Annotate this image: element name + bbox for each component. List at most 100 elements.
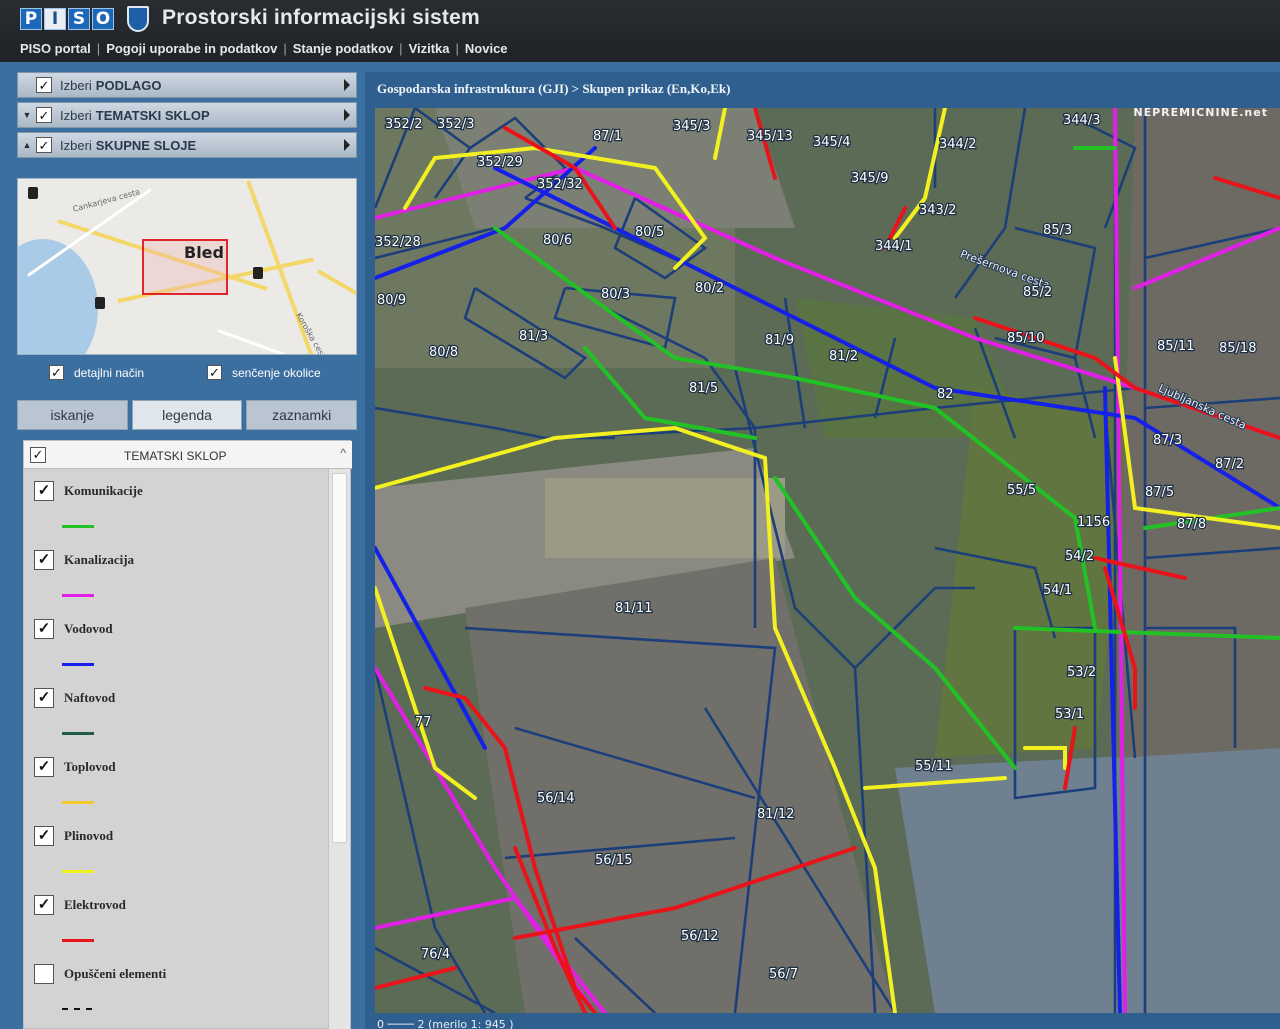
parcel-label: 85/18 xyxy=(1219,341,1256,356)
nav-separator: | xyxy=(399,41,403,56)
parcel-label: 85/3 xyxy=(1043,223,1072,238)
accordion-select-common-layers[interactable]: ▲ ✓ Izberi SKUPNE SLOJE xyxy=(17,132,357,158)
parcel-label: 54/2 xyxy=(1065,549,1094,564)
checkbox[interactable]: ✓ xyxy=(36,77,52,93)
scale-bar: 0 ──── 2 (merilo 1: 945 ) xyxy=(377,1018,514,1029)
checkbox[interactable]: ✓ xyxy=(36,137,52,153)
tab-search[interactable]: iskanje xyxy=(17,400,128,430)
legend-scrollbar[interactable] xyxy=(328,469,350,1029)
checkbox[interactable]: ✓ xyxy=(34,826,54,846)
detail-mode-option[interactable]: ✓ detajlni način xyxy=(49,365,144,380)
expander-icon: ▼ xyxy=(22,110,32,120)
parcel-label: 81/12 xyxy=(757,807,794,822)
parcel-label: 81/2 xyxy=(829,349,858,364)
parcel-label: 80/8 xyxy=(429,345,458,360)
nav-news[interactable]: Novice xyxy=(465,41,508,56)
parcel-label: 80/3 xyxy=(601,287,630,302)
legend-swatch xyxy=(62,939,94,942)
nav-data-status[interactable]: Stanje podatkov xyxy=(293,41,393,56)
parcel-label: 352/32 xyxy=(537,177,583,192)
parcel-label: 54/1 xyxy=(1043,583,1072,598)
legend-swatch xyxy=(62,801,94,804)
parcel-label: 345/9 xyxy=(851,171,888,186)
tab-legend[interactable]: legenda xyxy=(131,400,243,430)
expander-icon: ▲ xyxy=(22,140,32,150)
shade-surroundings-option[interactable]: ✓ senčenje okolice xyxy=(207,365,321,380)
top-navigation: PISO portal | Pogoji uporabe in podatkov… xyxy=(20,41,508,56)
chevron-right-icon xyxy=(344,139,350,151)
legend-item-komunikacije[interactable]: ✓ Komunikacije xyxy=(34,481,324,547)
legend-item-label: Vodovod xyxy=(64,621,113,636)
nav-vizitka[interactable]: Vizitka xyxy=(409,41,450,56)
checkbox[interactable]: ✓ xyxy=(34,619,54,639)
accordion-label: SKUPNE SLOJE xyxy=(95,137,197,153)
accordion-prefix: Izberi xyxy=(60,137,92,153)
parcel-label: 81/9 xyxy=(765,333,794,348)
legend-item-plinovod[interactable]: ✓ Plinovod xyxy=(34,826,324,892)
tab-bookmarks[interactable]: zaznamki xyxy=(246,400,358,430)
legend-item-abandoned[interactable]: Opuščeni elementi xyxy=(34,964,324,1029)
parcel-label: 56/12 xyxy=(681,929,718,944)
parcel-label: 55/5 xyxy=(1007,483,1036,498)
legend-item-toplovod[interactable]: ✓ Toplovod xyxy=(34,757,324,823)
map-canvas[interactable]: Ljubljanska cesta Prešernova cesta 352/2… xyxy=(375,108,1280,1013)
nav-piso-portal[interactable]: PISO portal xyxy=(20,41,91,56)
aerial-patch xyxy=(545,478,785,558)
legend-item-vodovod[interactable]: ✓ Vodovod xyxy=(34,619,324,685)
parcel-label: 87/8 xyxy=(1177,517,1206,532)
parcel-label: 344/2 xyxy=(939,137,976,152)
parcel-label: 345/3 xyxy=(673,119,710,134)
scrollbar-thumb[interactable] xyxy=(332,473,347,843)
parcel-label: 81/11 xyxy=(615,601,652,616)
map-svg[interactable]: Ljubljanska cesta Prešernova cesta 352/2… xyxy=(375,108,1280,1013)
hotel-icon xyxy=(95,297,105,309)
aerial-roofs xyxy=(1115,108,1280,758)
nav-terms[interactable]: Pogoji uporabe in podatkov xyxy=(106,41,277,56)
chevron-up-icon[interactable]: ^ xyxy=(340,446,346,460)
parcel-label: 53/2 xyxy=(1067,665,1096,680)
parcel-label: 344/3 xyxy=(1063,113,1100,128)
parcel-label: 56/14 xyxy=(537,791,574,806)
checkbox[interactable]: ✓ xyxy=(34,481,54,501)
parcel-label: 80/9 xyxy=(377,293,406,308)
parcel-label: 343/2 xyxy=(919,203,956,218)
legend-swatch xyxy=(62,732,94,735)
parcel-label: 344/1 xyxy=(875,239,912,254)
legend-all-checkbox[interactable]: ✓ xyxy=(30,446,46,463)
parcel-label: 85/11 xyxy=(1157,339,1194,354)
piso-logo[interactable]: P I S O xyxy=(20,8,114,30)
legend-item-label: Toplovod xyxy=(64,759,116,774)
parcel-label: 56/15 xyxy=(595,853,632,868)
checkbox[interactable]: ✓ xyxy=(49,365,64,380)
checkbox[interactable]: ✓ xyxy=(36,107,52,123)
parcel-label: 352/28 xyxy=(375,235,421,250)
overview-map[interactable]: Bled Cankarjeva cesta Koroška cesta xyxy=(17,178,357,355)
checkbox[interactable]: ✓ xyxy=(34,757,54,777)
app-title: Prostorski informacijski sistem xyxy=(162,6,480,29)
parcel-label: 1156 xyxy=(1077,515,1110,530)
legend-item-naftovod[interactable]: ✓ Naftovod xyxy=(34,688,324,754)
legend-item-kanalizacija[interactable]: ✓ Kanalizacija xyxy=(34,550,324,616)
checkbox[interactable]: ✓ xyxy=(34,895,54,915)
overview-street-label: Koroška cesta xyxy=(294,311,330,355)
legend-swatch xyxy=(62,1008,94,1010)
checkbox[interactable]: ✓ xyxy=(34,550,54,570)
legend-item-label: Komunikacije xyxy=(64,483,143,498)
parcel-label: 87/3 xyxy=(1153,433,1182,448)
legend-item-elektrovod[interactable]: ✓ Elektrovod xyxy=(34,895,324,961)
checkbox[interactable]: ✓ xyxy=(34,688,54,708)
legend-item-label: Elektrovod xyxy=(64,897,126,912)
checkbox[interactable] xyxy=(34,964,54,984)
accordion-select-base[interactable]: ✓ Izberi PODLAGO xyxy=(17,72,357,98)
legend-item-label: Plinovod xyxy=(64,828,114,843)
parcel-label: 352/2 xyxy=(385,117,422,132)
overview-road xyxy=(317,269,356,303)
checkbox[interactable]: ✓ xyxy=(207,365,222,380)
accordion-select-theme[interactable]: ▼ ✓ Izberi TEMATSKI SKLOP xyxy=(17,102,357,128)
accordion-prefix: Izberi xyxy=(60,107,92,123)
overview-road xyxy=(217,329,351,354)
legend-item-label: Opuščeni elementi xyxy=(64,966,167,981)
overview-place-label: Bled xyxy=(184,243,224,262)
municipality-crest-icon xyxy=(127,6,149,32)
hotel-icon xyxy=(28,187,38,199)
